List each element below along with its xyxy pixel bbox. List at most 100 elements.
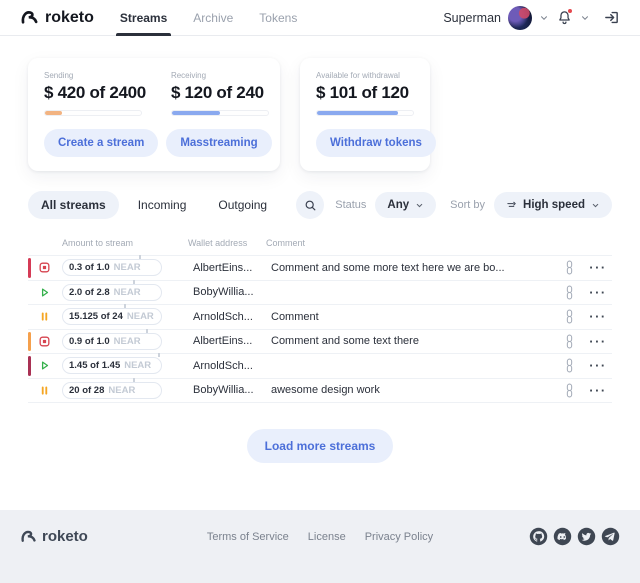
row-accent xyxy=(28,381,31,401)
privacy-link[interactable]: Privacy Policy xyxy=(365,531,433,543)
stream-row[interactable]: 0.9 of 1.0NEAR AlbertEins... Comment and… xyxy=(28,330,612,355)
status-value: Any xyxy=(387,199,409,211)
token-label: NEAR xyxy=(114,262,141,273)
comment-text: Comment and some more text here we are b… xyxy=(271,262,561,274)
receiving-label: Receiving xyxy=(171,71,269,80)
stream-link-icon[interactable] xyxy=(561,383,577,398)
telegram-icon[interactable] xyxy=(601,527,620,546)
chevron-down-icon xyxy=(591,201,600,210)
create-stream-button[interactable]: Create a stream xyxy=(44,129,158,157)
sending-label: Sending xyxy=(44,71,146,80)
app-footer: roketo Terms of Service License Privacy … xyxy=(0,510,640,583)
wallet-address: BobyWillia... xyxy=(193,384,269,396)
token-label: NEAR xyxy=(108,385,135,396)
stream-active-icon xyxy=(38,286,51,299)
wallet-address: ArnoldSch... xyxy=(193,311,269,323)
sort-icon xyxy=(506,200,517,211)
stream-row[interactable]: 0.3 of 1.0NEAR AlbertEins... Comment and… xyxy=(28,256,612,281)
sending-progress-bar xyxy=(44,110,142,116)
footer-brand-name: roketo xyxy=(42,528,88,545)
tab-archive[interactable]: Archive xyxy=(193,0,233,36)
withdrawal-card: Available for withdrawal $ 101 of 120 Wi… xyxy=(300,58,430,171)
notifications-bell-icon[interactable] xyxy=(556,9,573,26)
receiving-progress-bar xyxy=(171,110,269,116)
brand-name: roketo xyxy=(45,9,94,27)
row-menu-button[interactable]: ··· xyxy=(586,334,610,349)
amount-pill: 2.0 of 2.8 NEAR xyxy=(62,284,162,301)
withdraw-tokens-button[interactable]: Withdraw tokens xyxy=(316,129,436,157)
sending-stat: Sending $ 420 of 2400 xyxy=(44,71,146,116)
chevron-down-icon xyxy=(415,201,424,210)
amount-pill: 1.45 of 1.45NEAR xyxy=(62,357,162,374)
wallet-address: AlbertEins... xyxy=(193,262,269,274)
row-menu-button[interactable]: ··· xyxy=(586,309,610,324)
amount-pill: 15.125 of 24NEAR xyxy=(62,308,162,325)
column-wallet: Wallet address xyxy=(188,238,247,248)
amount-pill: 20 of 28 NEAR xyxy=(62,382,162,399)
stream-row[interactable]: 2.0 of 2.8 NEAR BobyWillia... ··· xyxy=(28,281,612,306)
sort-by-label: Sort by xyxy=(450,199,485,211)
token-label: NEAR xyxy=(124,360,151,371)
wallet-address: AlbertEins... xyxy=(193,335,269,347)
footer-brand[interactable]: roketo xyxy=(20,528,88,545)
row-accent xyxy=(28,307,31,327)
notifications-chevron-down-icon[interactable] xyxy=(580,13,590,23)
tab-tokens[interactable]: Tokens xyxy=(259,0,297,36)
withdrawal-stat: Available for withdrawal $ 101 of 120 xyxy=(316,71,414,116)
license-link[interactable]: License xyxy=(308,531,346,543)
sign-out-icon[interactable] xyxy=(603,9,620,26)
filters-right: Status Any Sort by High speed xyxy=(335,192,612,218)
stream-link-icon[interactable] xyxy=(561,285,577,300)
receiving-stat: Receiving $ 120 of 240 xyxy=(171,71,269,116)
filter-outgoing[interactable]: Outgoing xyxy=(205,191,280,219)
amount-text: 20 of 28 xyxy=(69,385,104,396)
stream-paused-icon xyxy=(38,310,51,323)
notification-dot xyxy=(567,8,573,14)
stream-link-icon[interactable] xyxy=(561,260,577,275)
row-menu-button[interactable]: ··· xyxy=(586,260,610,275)
brand[interactable]: roketo xyxy=(20,8,94,27)
sending-amount: $ 420 of 2400 xyxy=(44,83,146,103)
avatar[interactable] xyxy=(508,6,532,30)
stream-paused-icon xyxy=(38,384,51,397)
token-label: NEAR xyxy=(127,311,154,322)
search-button[interactable] xyxy=(296,191,324,219)
masstreaming-button[interactable]: Masstreaming xyxy=(166,129,271,157)
search-icon xyxy=(304,199,317,212)
filter-all-streams[interactable]: All streams xyxy=(28,191,119,219)
user-name: Superman xyxy=(443,11,501,25)
row-menu-button[interactable]: ··· xyxy=(586,358,610,373)
amount-text: 2.0 of 2.8 xyxy=(69,287,110,298)
stream-stopped-icon xyxy=(38,335,51,348)
token-label: NEAR xyxy=(114,336,141,347)
stream-link-icon[interactable] xyxy=(561,358,577,373)
terms-link[interactable]: Terms of Service xyxy=(207,531,289,543)
stream-stopped-icon xyxy=(38,261,51,274)
sort-select[interactable]: High speed xyxy=(494,192,612,218)
github-icon[interactable] xyxy=(529,527,548,546)
row-accent xyxy=(28,258,31,278)
tab-streams[interactable]: Streams xyxy=(120,0,167,36)
row-menu-button[interactable]: ··· xyxy=(586,383,610,398)
stream-row[interactable]: 20 of 28NEAR BobyWillia... awesome desig… xyxy=(28,379,612,404)
stream-link-icon[interactable] xyxy=(561,334,577,349)
stream-row[interactable]: 1.45 of 1.45NEAR ArnoldSch... ··· xyxy=(28,354,612,379)
stream-link-icon[interactable] xyxy=(561,309,577,324)
filter-incoming[interactable]: Incoming xyxy=(125,191,200,219)
footer-links: Terms of Service License Privacy Policy xyxy=(207,531,433,543)
status-select[interactable]: Any xyxy=(375,192,436,218)
row-menu-button[interactable]: ··· xyxy=(586,285,610,300)
app-header: roketo Streams Archive Tokens Superman xyxy=(0,0,640,36)
token-label: NEAR xyxy=(114,287,141,298)
account-chevron-down-icon[interactable] xyxy=(539,13,549,23)
load-more-button[interactable]: Load more streams xyxy=(247,429,394,463)
receiving-amount: $ 120 of 240 xyxy=(171,83,269,103)
stream-row[interactable]: 15.125 of 24NEAR ArnoldSch... Comment ··… xyxy=(28,305,612,330)
discord-icon[interactable] xyxy=(553,527,572,546)
amount-text: 0.9 of 1.0 xyxy=(69,336,110,347)
stream-active-icon xyxy=(38,359,51,372)
twitter-icon[interactable] xyxy=(577,527,596,546)
wallet-address: BobyWillia... xyxy=(193,286,269,298)
stream-rows: 0.3 of 1.0NEAR AlbertEins... Comment and… xyxy=(28,255,612,403)
main-nav: Streams Archive Tokens xyxy=(120,0,297,36)
